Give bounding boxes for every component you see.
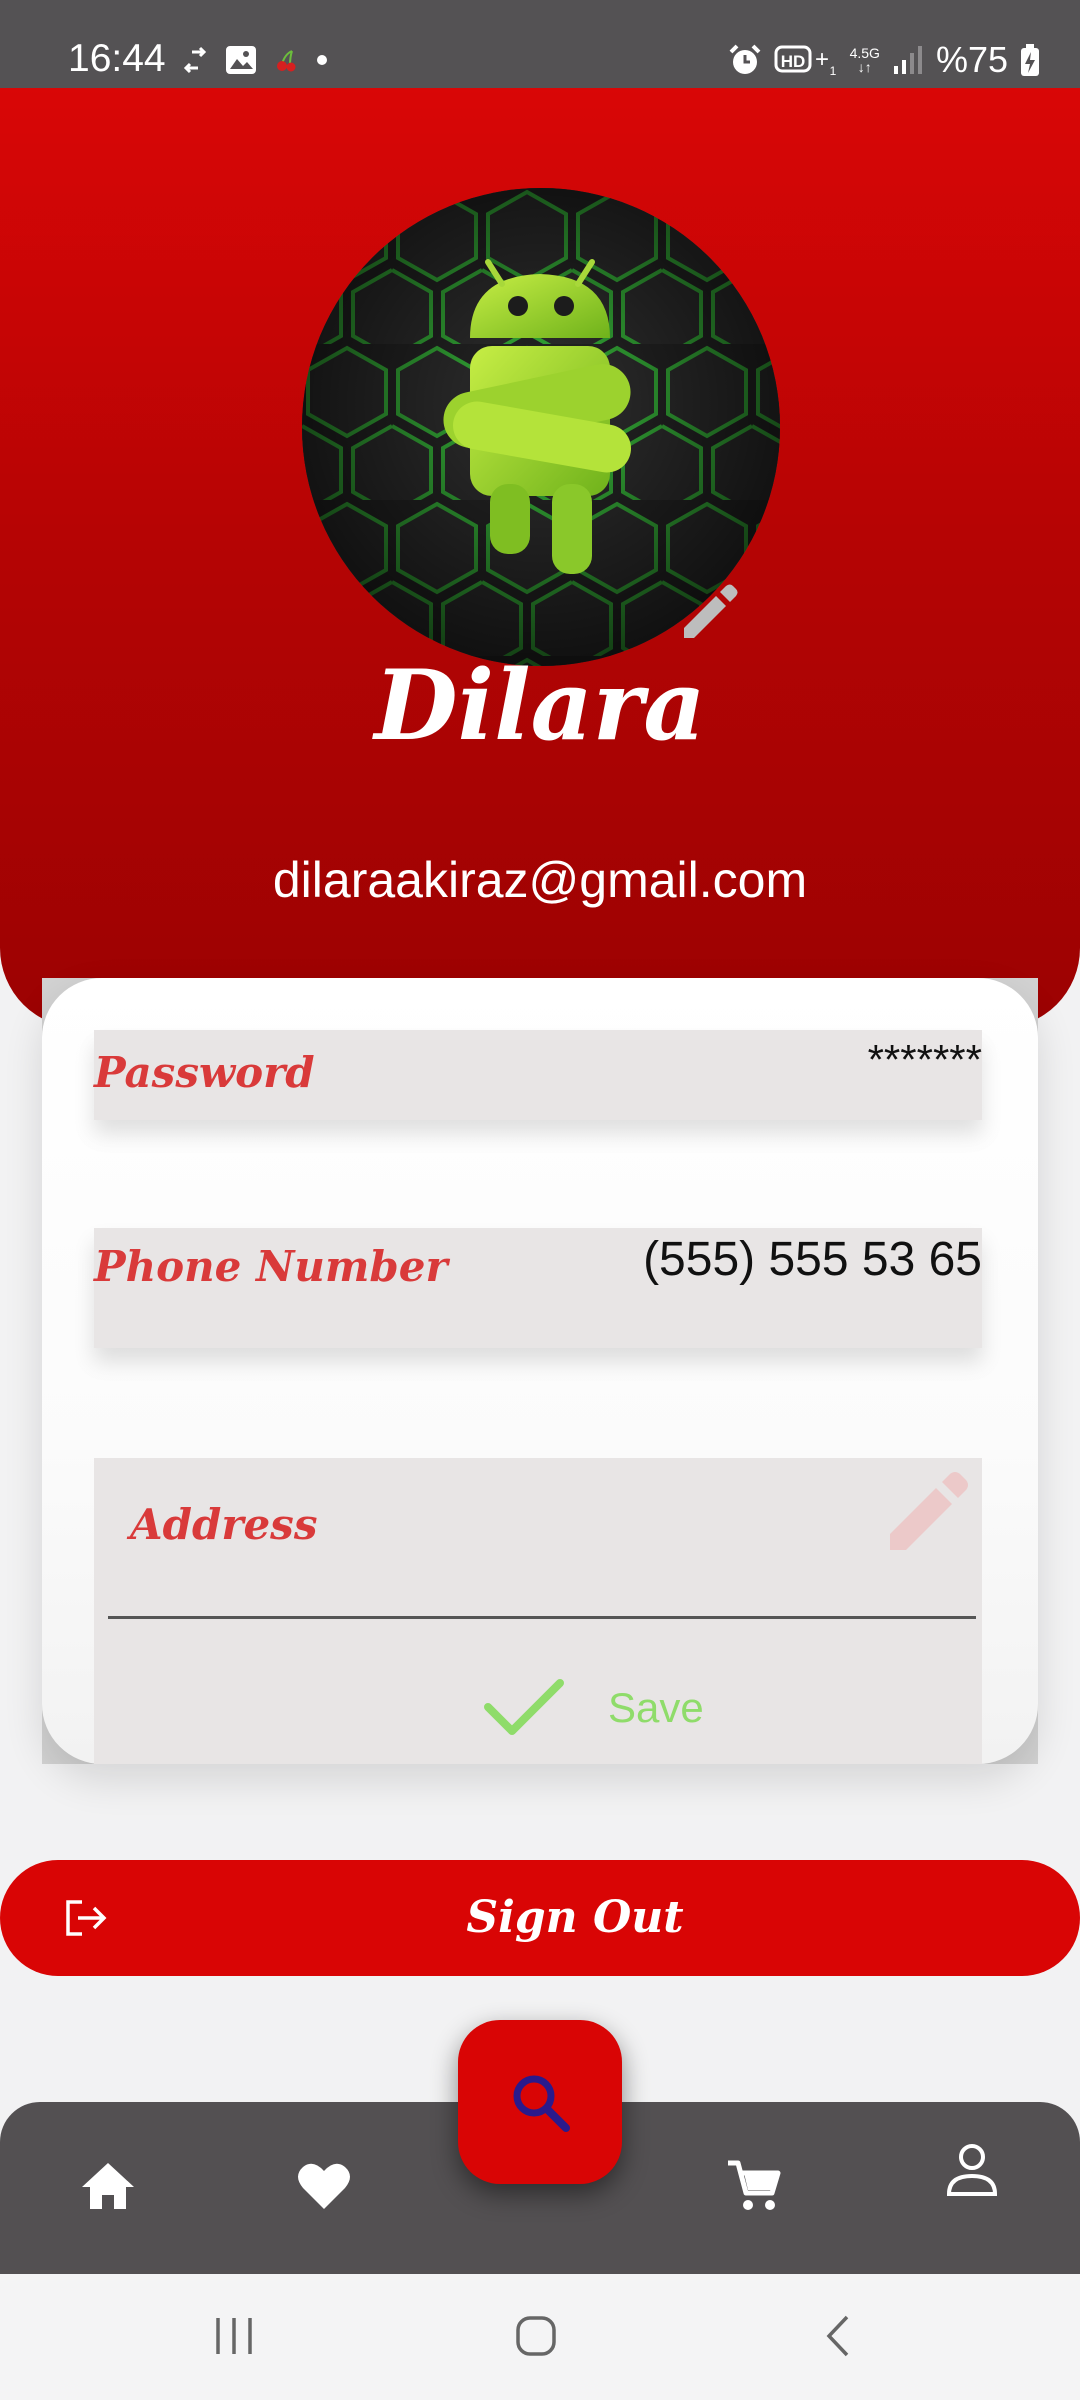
- phone-label: Phone Number: [94, 1242, 448, 1291]
- save-label: Save: [608, 1684, 704, 1731]
- system-navigation-bar: [0, 2274, 1080, 2400]
- recents-icon: [216, 2318, 252, 2354]
- nav-profile[interactable]: [932, 2130, 1012, 2210]
- gallery-icon: [226, 46, 256, 74]
- search-fab-button[interactable]: [458, 2020, 622, 2184]
- svg-text:1: 1: [829, 64, 836, 77]
- network-4-5g-icon: 4.5G ↓↑: [850, 46, 880, 74]
- address-edit-pencil-icon[interactable]: [880, 1468, 972, 1560]
- svg-text:+: +: [815, 46, 829, 73]
- save-button[interactable]: Save: [484, 1668, 764, 1748]
- nav-home[interactable]: [68, 2146, 148, 2226]
- profile-email: dilaraakiraz@gmail.com: [272, 852, 808, 908]
- signal-icon: [893, 46, 922, 74]
- address-underline: [108, 1616, 976, 1619]
- nav-favorites[interactable]: [284, 2146, 364, 2226]
- cherry-icon: [277, 50, 296, 72]
- back-button[interactable]: [798, 2304, 878, 2368]
- home-system-button[interactable]: [496, 2304, 576, 2368]
- password-label: Password: [94, 1048, 315, 1097]
- password-field[interactable]: Password *******: [94, 1030, 982, 1120]
- hd-plus-icon: HD + 1: [774, 45, 836, 77]
- sign-out-label: Sign Out: [466, 1892, 684, 1943]
- password-value: *******: [867, 1036, 982, 1083]
- status-right-icons: HD + 1 4.5G ↓↑ %75: [728, 36, 1040, 84]
- battery-percent: %75: [935, 39, 1008, 80]
- phone-value: (555) 555 53 65: [643, 1233, 982, 1286]
- address-label: Address: [130, 1500, 318, 1549]
- status-time: 16:44: [68, 37, 166, 80]
- avatar-edit-pencil-icon[interactable]: [676, 580, 740, 644]
- profile-details-card: Password ******* Phone Number (555) 555 …: [42, 978, 1038, 1764]
- home-icon: [82, 2163, 134, 2209]
- status-left-icons: [184, 40, 328, 80]
- network-arrows: ↓↑: [857, 59, 872, 75]
- phone-field[interactable]: Phone Number (555) 555 53 65: [94, 1228, 982, 1348]
- search-icon: [513, 2075, 570, 2132]
- cart-icon: [728, 2160, 781, 2210]
- dot-icon: [317, 55, 327, 65]
- address-field[interactable]: Address Save: [94, 1458, 982, 1764]
- user-icon: [946, 2144, 998, 2196]
- profile-name: Dilara: [374, 649, 706, 762]
- nav-cart[interactable]: [714, 2146, 794, 2226]
- svg-text:HD: HD: [780, 52, 805, 71]
- recents-button[interactable]: [194, 2304, 274, 2368]
- status-bar: 16:44 HD + 1 4.5G ↓↑ %75: [0, 0, 1080, 88]
- back-chevron-icon: [826, 2315, 849, 2357]
- sign-out-button[interactable]: Sign Out: [0, 1860, 1080, 1976]
- home-circle-icon: [516, 2316, 556, 2356]
- battery-charging-icon: [1021, 44, 1039, 76]
- alarm-icon: [729, 44, 760, 74]
- check-icon: [484, 1679, 564, 1735]
- network-type-label: 4.5G: [849, 45, 880, 61]
- sync-icon: [184, 46, 206, 74]
- heart-icon: [298, 2163, 350, 2209]
- profile-header: Dilara dilaraakiraz@gmail.com: [0, 88, 1080, 1028]
